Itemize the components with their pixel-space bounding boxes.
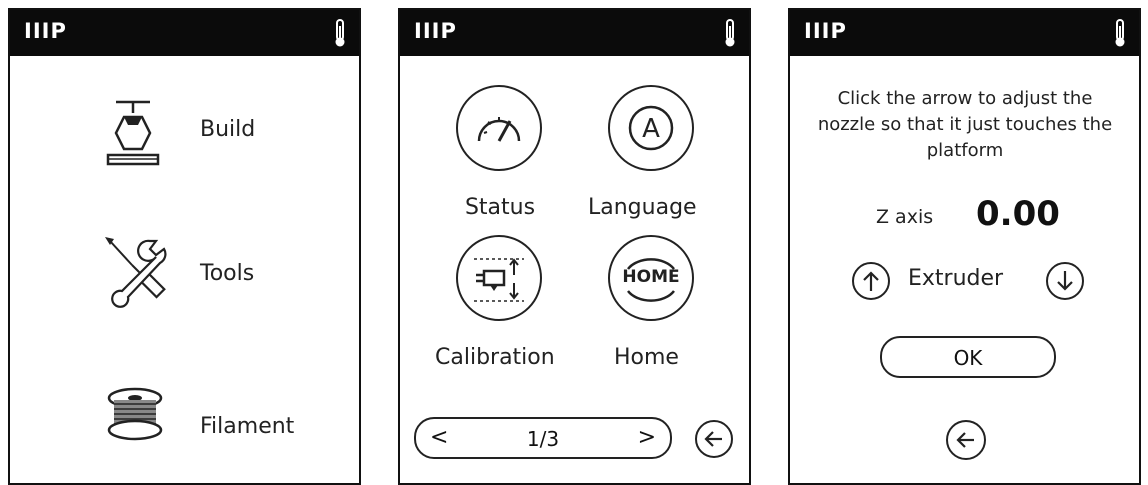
ok-button[interactable]: OK: [880, 336, 1056, 378]
screen-main-menu: IIIP Build Tools Filament: [8, 8, 361, 485]
back-arrow-icon: [704, 431, 722, 447]
ok-label: OK: [953, 346, 983, 370]
home-icon-text: HOME: [622, 267, 680, 287]
arrow-up-icon: [863, 271, 879, 291]
brand-label: IIIP: [804, 19, 847, 43]
menu-item-label: Build: [200, 117, 256, 142]
thermometer-icon: [1115, 19, 1125, 47]
letter-a-icon: A: [628, 105, 674, 151]
svg-text:A: A: [642, 114, 660, 144]
menu-item-label: Filament: [200, 414, 295, 439]
gauge-icon: [477, 117, 521, 142]
tool-label: Home: [614, 345, 679, 370]
tool-home[interactable]: HOME Home: [588, 235, 728, 385]
status-bar: IIIP: [400, 10, 749, 56]
screen-tools-menu: IIIP Status A Language Calibration HOME …: [398, 8, 751, 485]
pager-next-button[interactable]: >: [638, 425, 656, 450]
pager-page-indicator: 1/3: [526, 427, 560, 451]
tool-icon-circle: HOME: [608, 235, 694, 321]
status-bar: IIIP: [10, 10, 359, 56]
arrow-down-icon: [1057, 271, 1073, 291]
thermometer-icon: [335, 19, 345, 47]
back-button[interactable]: [946, 420, 986, 460]
nozzle-build-icon: [106, 100, 160, 166]
axis-label: Z axis: [876, 206, 934, 228]
calibration-instruction: Click the arrow to adjust the nozzle so …: [817, 88, 1113, 161]
status-bar: IIIP: [790, 10, 1139, 56]
tool-calibration[interactable]: Calibration: [420, 235, 580, 385]
back-arrow-icon: [956, 432, 974, 448]
menu-item-filament[interactable]: Filament: [90, 380, 330, 470]
extruder-down-button[interactable]: [1046, 262, 1084, 300]
wrench-screwdriver-icon: [105, 237, 167, 308]
tool-icon-circle: [456, 235, 542, 321]
pager: < 1/3 >: [414, 417, 672, 459]
tool-language[interactable]: A Language: [588, 85, 728, 235]
screen-calibration: IIIP Click the arrow to adjust the nozzl…: [788, 8, 1141, 485]
extruder-label: Extruder: [908, 266, 1004, 291]
axis-readout: Z axis 0.00: [790, 194, 1139, 240]
tool-label: Calibration: [435, 345, 555, 370]
menu-item-label: Tools: [200, 261, 255, 286]
extruder-up-button[interactable]: [852, 262, 890, 300]
tool-icon-circle: [456, 85, 542, 171]
back-button[interactable]: [695, 420, 733, 458]
brand-label: IIIP: [24, 19, 67, 43]
axis-value: 0.00: [976, 194, 1060, 234]
filament-spool-icon: [107, 387, 163, 441]
tool-label: Language: [588, 195, 697, 220]
brand-label: IIIP: [414, 19, 457, 43]
menu-item-tools[interactable]: Tools: [90, 235, 330, 325]
tool-status[interactable]: Status: [440, 85, 560, 235]
menu-item-build[interactable]: Build: [90, 95, 330, 185]
tool-label: Status: [464, 195, 536, 220]
thermometer-icon: [725, 19, 735, 47]
calibration-icon: [474, 258, 524, 302]
tool-icon-circle: A: [608, 85, 694, 171]
